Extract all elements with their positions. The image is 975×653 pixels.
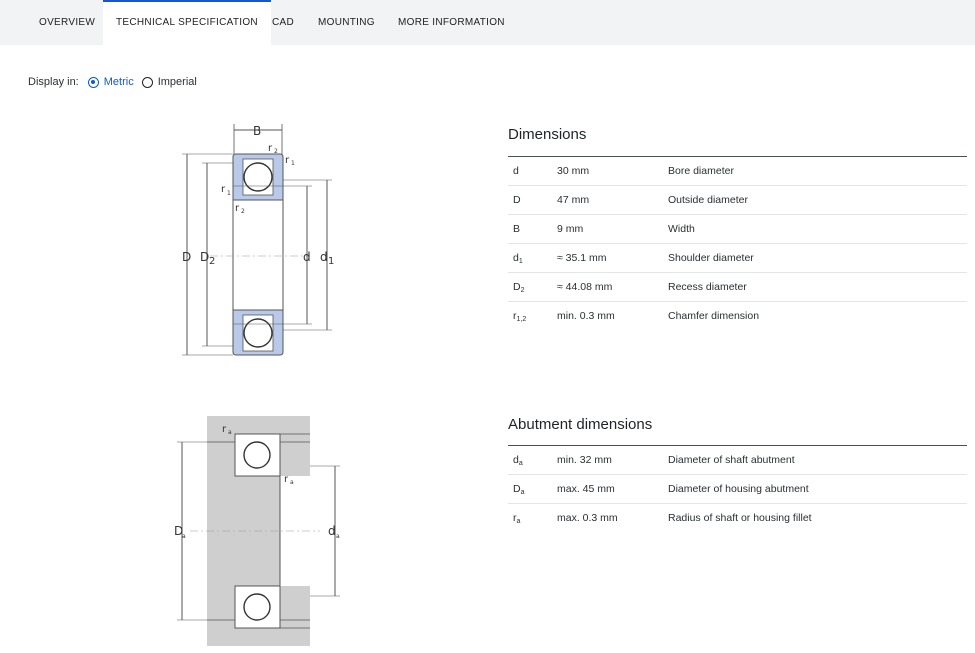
value: 30 mm (557, 165, 590, 177)
symbol: Da (513, 483, 525, 496)
svg-text:2: 2 (241, 208, 245, 215)
ball-top (243, 441, 271, 469)
symbol: D2 (513, 281, 525, 294)
description: Diameter of housing abutment (668, 483, 809, 495)
value: min. 0.3 mm (557, 310, 615, 322)
label-d: d (303, 250, 311, 264)
description: Outside diameter (668, 194, 748, 206)
svg-text:a: a (228, 429, 232, 436)
tab-technical-specification[interactable]: TECHNICAL SPECIFICATION (103, 0, 271, 45)
svg-text:a: a (336, 533, 340, 540)
label-B: B (253, 124, 261, 138)
metric-label[interactable]: Metric (104, 76, 134, 88)
tab-more-information[interactable]: MORE INFORMATION (398, 0, 505, 45)
svg-text:r: r (235, 203, 240, 214)
unit-toggle: Display in: Metric Imperial (28, 76, 197, 88)
svg-text:1: 1 (291, 160, 295, 167)
dimensions-table: d 30 mm Bore diameter D 47 mm Outside diamete… (508, 156, 967, 331)
svg-text:2: 2 (209, 256, 215, 267)
dimensions-title: Dimensions (508, 126, 587, 143)
description: Width (668, 223, 695, 235)
imperial-radio[interactable] (141, 76, 153, 88)
value: ≈ 35.1 mm (557, 252, 607, 264)
value: min. 32 mm (557, 454, 612, 466)
svg-text:1: 1 (227, 190, 231, 197)
description: Diameter of shaft abutment (668, 454, 795, 466)
ball-bottom (243, 593, 271, 621)
symbol: ra (513, 512, 521, 525)
table-row: d 30 mm Bore diameter (508, 157, 967, 186)
tab-bar: OVERVIEW TECHNICAL SPECIFICATION CAD MOU… (0, 0, 975, 45)
description: Chamfer dimension (668, 310, 760, 322)
symbol: d (513, 165, 519, 177)
description: Recess diameter (668, 281, 747, 293)
label-d1: d (320, 250, 328, 264)
ball-bottom (243, 318, 273, 348)
value: ≈ 44.08 mm (557, 281, 613, 293)
label-da: d (328, 524, 336, 538)
display-in-label: Display in: (28, 76, 79, 88)
description: Shoulder diameter (668, 252, 754, 264)
table-row: B 9 mm Width (508, 215, 967, 244)
svg-text:r: r (285, 155, 290, 166)
value: max. 0.3 mm (557, 512, 618, 524)
description: Bore diameter (668, 165, 734, 177)
symbol: r1,2 (513, 310, 527, 323)
symbol: d1 (513, 252, 523, 265)
table-row: D2 ≈ 44.08 mm Recess diameter (508, 273, 967, 302)
table-row: da min. 32 mm Diameter of shaft abutment (508, 446, 967, 475)
value: 47 mm (557, 194, 590, 206)
value: max. 45 mm (557, 483, 615, 495)
svg-text:2: 2 (274, 148, 278, 155)
table-row: D 47 mm Outside diameter (508, 186, 967, 215)
metric-radio[interactable] (87, 76, 99, 88)
abutment-table: da min. 32 mm Diameter of shaft abutment Da… (508, 445, 967, 533)
table-row: r1,2 min. 0.3 mm Chamfer dimension (508, 302, 967, 331)
table-row: ra max. 0.3 mm Radius of shaft or housing … (508, 504, 967, 533)
table-row: Da max. 45 mm Diameter of housing abutment (508, 475, 967, 504)
tab-cad[interactable]: CAD (272, 0, 294, 45)
tab-overview[interactable]: OVERVIEW (39, 0, 95, 45)
label-D: D (182, 250, 191, 264)
value: 9 mm (557, 223, 584, 235)
label-D2: D (200, 250, 209, 264)
svg-text:a: a (290, 479, 294, 486)
svg-text:r: r (268, 143, 273, 154)
table-row: d1 ≈ 35.1 mm Shoulder diameter (508, 244, 967, 273)
svg-text:r: r (221, 184, 226, 195)
svg-text:1: 1 (328, 256, 334, 267)
tab-mounting[interactable]: MOUNTING (318, 0, 375, 45)
symbol: da (513, 454, 523, 467)
ball-top (243, 162, 273, 192)
bearing-dimension-drawing: B r 2 r 1 r 1 r 2 D D 2 d d 1 (182, 124, 334, 356)
symbol: D (513, 194, 521, 206)
abutment-dimension-drawing: r a r a D a d a (174, 416, 340, 646)
svg-text:a: a (182, 533, 186, 540)
symbol: B (513, 223, 521, 235)
abutment-title: Abutment dimensions (508, 416, 653, 433)
imperial-label[interactable]: Imperial (158, 76, 197, 88)
description: Radius of shaft or housing fillet (668, 512, 812, 524)
